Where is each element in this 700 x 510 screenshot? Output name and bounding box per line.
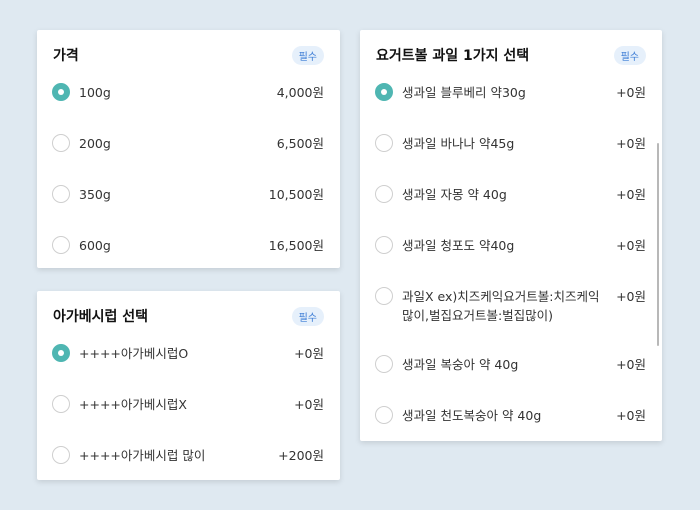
radio-button[interactable] <box>375 355 393 373</box>
option-price: +200원 <box>278 448 324 463</box>
price-option-350g[interactable]: 350g 10,500원 <box>52 185 324 204</box>
fruit-option-blueberry[interactable]: 생과일 블루베리 약30g +0원 <box>375 83 646 102</box>
option-price: +0원 <box>294 346 324 361</box>
required-badge: 필수 <box>613 45 646 65</box>
option-price: +0원 <box>616 136 646 151</box>
radio-button[interactable] <box>52 236 70 254</box>
option-label: 100g <box>79 85 111 100</box>
option-label: 생과일 청포도 약40g <box>402 238 515 253</box>
option-price: 10,500원 <box>268 187 324 202</box>
radio-button[interactable] <box>52 134 70 152</box>
option-label: ++++아가베시럽X <box>79 397 187 412</box>
option-price: 16,500원 <box>268 238 324 253</box>
syrup-option-x[interactable]: ++++아가베시럽X +0원 <box>52 395 324 414</box>
card-title: 아가베시럽 선택 <box>53 309 149 325</box>
option-price: +0원 <box>616 289 646 304</box>
option-label: 200g <box>79 136 111 151</box>
price-option-100g[interactable]: 100g 4,000원 <box>52 83 324 102</box>
radio-button[interactable] <box>375 287 393 305</box>
option-price: +0원 <box>616 238 646 253</box>
radio-button[interactable] <box>375 236 393 254</box>
syrup-option-card: 아가베시럽 선택 필수 ++++아가베시럽O +0원 ++++아가베시럽X +0… <box>37 291 340 480</box>
price-option-600g[interactable]: 600g 16,500원 <box>52 236 324 255</box>
required-badge: 필수 <box>291 306 324 326</box>
option-price: 6,500원 <box>276 136 324 151</box>
option-label: 생과일 복숭아 약 40g <box>402 357 519 372</box>
option-label: 생과일 자몽 약 40g <box>402 187 507 202</box>
card-title: 가격 <box>53 48 79 64</box>
option-price: +0원 <box>616 408 646 423</box>
radio-button[interactable] <box>375 406 393 424</box>
option-label: 생과일 천도복숭아 약 40g <box>402 408 542 423</box>
option-label: ++++아가베시럽 많이 <box>79 448 206 463</box>
fruit-option-grapefruit[interactable]: 생과일 자몽 약 40g +0원 <box>375 185 646 204</box>
option-price: +0원 <box>616 357 646 372</box>
radio-button[interactable] <box>375 134 393 152</box>
option-label: 600g <box>79 238 111 253</box>
radio-button-selected[interactable] <box>375 83 393 101</box>
option-label: 과일X ex)치즈케익요거트볼:치즈케익많이,벌집요거트볼:벌집많이) <box>402 289 600 323</box>
fruit-option-green-grape[interactable]: 생과일 청포도 약40g +0원 <box>375 236 646 255</box>
option-label: 생과일 블루베리 약30g <box>402 85 526 100</box>
required-badge: 필수 <box>291 45 324 65</box>
price-option-card: 가격 필수 100g 4,000원 200g 6,500원 350g 10,50… <box>37 30 340 268</box>
option-label: 생과일 바나나 약45g <box>402 136 515 151</box>
syrup-option-extra[interactable]: ++++아가베시럽 많이 +200원 <box>52 446 324 465</box>
fruit-card-header: 요거트볼 과일 1가지 선택 필수 <box>360 30 662 80</box>
card-title: 요거트볼 과일 1가지 선택 <box>376 48 530 64</box>
fruit-option-no-fruit[interactable]: 과일X ex)치즈케익요거트볼:치즈케익많이,벌집요거트볼:벌집많이) +0원 <box>375 287 646 325</box>
radio-button-selected[interactable] <box>52 83 70 101</box>
option-price: +0원 <box>294 397 324 412</box>
option-price: +0원 <box>616 187 646 202</box>
scrollbar[interactable] <box>657 143 659 346</box>
radio-button[interactable] <box>52 446 70 464</box>
fruit-option-card: 요거트볼 과일 1가지 선택 필수 생과일 블루베리 약30g +0원 생과일 … <box>360 30 662 441</box>
option-price: +0원 <box>616 85 646 100</box>
option-label: ++++아가베시럽O <box>79 346 189 361</box>
radio-button[interactable] <box>375 185 393 203</box>
fruit-option-peach[interactable]: 생과일 복숭아 약 40g +0원 <box>375 355 646 374</box>
radio-button-selected[interactable] <box>52 344 70 362</box>
fruit-option-banana[interactable]: 생과일 바나나 약45g +0원 <box>375 134 646 153</box>
syrup-option-o[interactable]: ++++아가베시럽O +0원 <box>52 344 324 363</box>
option-label: 350g <box>79 187 111 202</box>
option-price: 4,000원 <box>276 85 324 100</box>
fruit-option-nectarine[interactable]: 생과일 천도복숭아 약 40g +0원 <box>375 406 646 425</box>
radio-button[interactable] <box>52 185 70 203</box>
syrup-card-header: 아가베시럽 선택 필수 <box>37 291 340 341</box>
price-option-200g[interactable]: 200g 6,500원 <box>52 134 324 153</box>
price-card-header: 가격 필수 <box>37 30 340 80</box>
radio-button[interactable] <box>52 395 70 413</box>
